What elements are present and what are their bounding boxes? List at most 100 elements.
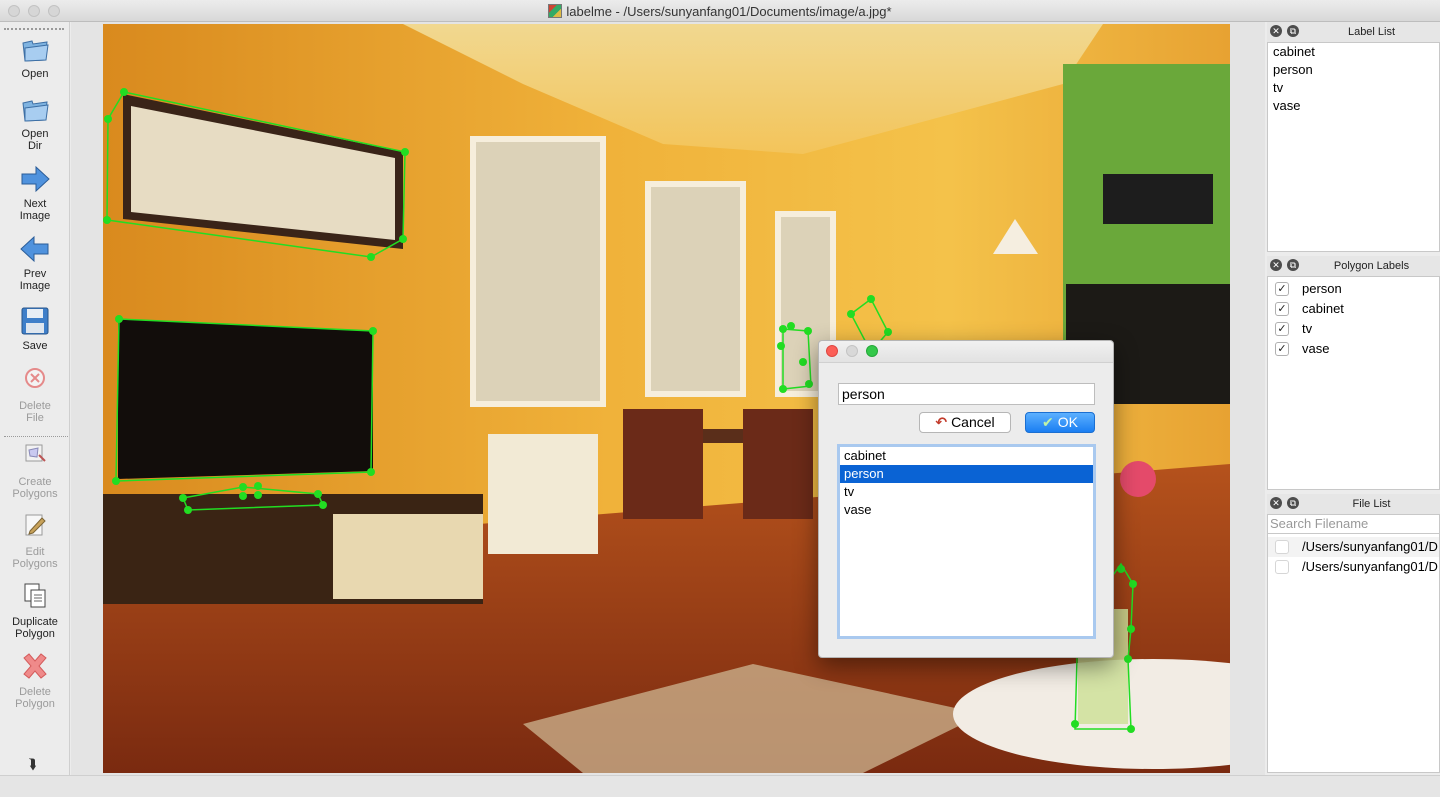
undo-arrow-icon: ↶ <box>935 414 948 430</box>
arrow-left-icon <box>20 235 49 263</box>
label-list-header: ✕ ⧉ Label List <box>1267 22 1440 42</box>
label-list-item[interactable]: tv <box>1268 79 1439 97</box>
dialog-title-bar <box>819 341 1113 363</box>
open-label: Open <box>21 68 49 80</box>
file-list-title: File List <box>1352 498 1391 510</box>
polygon-label-text: tv <box>1302 321 1313 336</box>
label-dialog: person ↶ Cancel ✔ OK cabinet person tv vas… <box>818 340 1114 658</box>
polygon-labels-dock: ✕ ⧉ Polygon Labels ✓ person ✓ cabinet ✓ … <box>1267 256 1440 494</box>
person-polygon <box>782 328 812 390</box>
prev-image-label: Prev Image <box>19 268 51 292</box>
delete-polygon-button[interactable]: Delete Polygon <box>0 652 70 710</box>
label-list[interactable]: cabinet person tv vase <box>1267 42 1440 252</box>
polygon-label-text: cabinet <box>1302 301 1344 316</box>
tv-polygon <box>115 318 374 482</box>
cancel-label: Cancel <box>951 414 995 430</box>
label-choice-list[interactable]: cabinet person tv vase <box>837 444 1096 639</box>
label-choice-item-selected[interactable]: person <box>840 465 1093 483</box>
polygon-label-text: person <box>1302 281 1342 296</box>
file-path: /Users/sunyanfang01/D <box>1302 539 1438 554</box>
copy-icon <box>24 583 46 608</box>
ok-label: OK <box>1057 414 1078 430</box>
toolbar-grip[interactable] <box>4 28 64 30</box>
file-list-dock: ✕ ⧉ File List Search Filename /Users/sun… <box>1267 494 1440 775</box>
edit-polygons-button[interactable]: Edit Polygons <box>0 512 70 570</box>
polygon-label-item[interactable]: ✓ vase <box>1268 339 1439 359</box>
ok-button[interactable]: ✔ OK <box>1025 412 1095 433</box>
delete-file-label: Delete File <box>19 400 51 424</box>
delete-file-button[interactable]: Delete File <box>0 366 70 424</box>
delete-polygon-label: Delete Polygon <box>15 686 55 710</box>
checkmark-icon: ✔ <box>1042 414 1054 430</box>
next-image-label: Next Image <box>19 198 51 222</box>
edit-polygons-label: Edit Polygons <box>12 546 58 570</box>
polygon-label-item[interactable]: ✓ cabinet <box>1268 299 1439 319</box>
polygon-label-item[interactable]: ✓ person <box>1268 279 1439 299</box>
polygon-labels-list[interactable]: ✓ person ✓ cabinet ✓ tv ✓ vase <box>1267 276 1440 490</box>
polygon-label-item[interactable]: ✓ tv <box>1268 319 1439 339</box>
label-list-item[interactable]: person <box>1268 61 1439 79</box>
checkbox-checked-icon[interactable]: ✓ <box>1275 342 1289 356</box>
close-icon[interactable]: ✕ <box>1270 497 1282 509</box>
left-toolbar: Open Open Dir Next Image Prev Image Save <box>0 22 70 775</box>
delete-circle-icon <box>25 368 45 388</box>
create-polygons-button[interactable]: Create Polygons <box>0 442 70 500</box>
save-button[interactable]: Save <box>0 306 70 352</box>
float-icon[interactable]: ⧉ <box>1287 497 1299 509</box>
file-path: /Users/sunyanfang01/D <box>1302 559 1438 574</box>
save-label: Save <box>22 340 48 352</box>
duplicate-polygon-button[interactable]: Duplicate Polygon <box>0 582 70 640</box>
label-choice-item[interactable]: cabinet <box>840 447 1093 465</box>
dialog-minimize-button[interactable] <box>846 345 858 357</box>
checkbox-checked-icon[interactable]: ✓ <box>1275 322 1289 336</box>
file-list-item[interactable]: /Users/sunyanfang01/D <box>1268 537 1439 557</box>
status-bar <box>0 775 1440 797</box>
title-bar: labelme - /Users/sunyanfang01/Documents/… <box>0 0 1440 22</box>
create-polygons-label: Create Polygons <box>12 476 58 500</box>
file-list-item[interactable]: /Users/sunyanfang01/D <box>1268 557 1439 577</box>
delete-x-icon <box>23 653 47 679</box>
tv-stand-polygon <box>181 486 325 511</box>
checkbox-checked-icon[interactable]: ✓ <box>1275 302 1289 316</box>
label-list-item[interactable]: vase <box>1268 97 1439 115</box>
next-image-button[interactable]: Next Image <box>0 164 70 222</box>
close-icon[interactable]: ✕ <box>1270 259 1282 271</box>
labelme-app-icon <box>548 4 563 18</box>
float-icon[interactable]: ⧉ <box>1287 25 1299 37</box>
label-list-title: Label List <box>1347 26 1396 38</box>
checkbox-unchecked-icon[interactable] <box>1275 560 1289 574</box>
label-list-dock: ✕ ⧉ Label List cabinet person tv vase <box>1267 22 1440 256</box>
cabinet-polygon <box>106 91 406 258</box>
window-title: labelme - /Users/sunyanfang01/Documents/… <box>566 4 892 19</box>
create-polygon-icon <box>25 444 46 462</box>
search-filename-input[interactable]: Search Filename <box>1267 514 1440 534</box>
polygon-label-text: vase <box>1302 341 1330 356</box>
open-dir-label: Open Dir <box>21 128 49 152</box>
toolbar-extension-icon[interactable]: ⮯ <box>28 756 36 773</box>
label-choice-item[interactable]: tv <box>840 483 1093 501</box>
folder-icon <box>22 100 49 122</box>
open-button[interactable]: Open <box>0 34 70 80</box>
file-list[interactable]: /Users/sunyanfang01/D /Users/sunyanfang0… <box>1267 534 1440 773</box>
checkbox-unchecked-icon[interactable] <box>1275 540 1289 554</box>
dialog-zoom-button[interactable] <box>866 345 878 357</box>
close-icon[interactable]: ✕ <box>1270 25 1282 37</box>
label-choice-item[interactable]: vase <box>840 501 1093 519</box>
file-list-header: ✕ ⧉ File List <box>1267 494 1440 514</box>
float-icon[interactable]: ⧉ <box>1287 259 1299 271</box>
label-input[interactable]: person <box>838 383 1095 405</box>
polygon-labels-header: ✕ ⧉ Polygon Labels <box>1267 256 1440 276</box>
label-list-item[interactable]: cabinet <box>1268 43 1439 61</box>
folder-icon <box>22 40 49 62</box>
dialog-close-button[interactable] <box>826 345 838 357</box>
toolbar-separator <box>4 436 68 437</box>
edit-pencil-icon <box>25 514 46 536</box>
cancel-button[interactable]: ↶ Cancel <box>919 412 1011 433</box>
window-title-wrap: labelme - /Users/sunyanfang01/Documents/… <box>0 4 1440 19</box>
open-dir-button[interactable]: Open Dir <box>0 94 70 152</box>
prev-image-button[interactable]: Prev Image <box>0 234 70 292</box>
polygon-labels-title: Polygon Labels <box>1333 260 1410 272</box>
arrow-right-icon <box>21 165 50 193</box>
floppy-disk-icon <box>21 307 49 335</box>
checkbox-checked-icon[interactable]: ✓ <box>1275 282 1289 296</box>
